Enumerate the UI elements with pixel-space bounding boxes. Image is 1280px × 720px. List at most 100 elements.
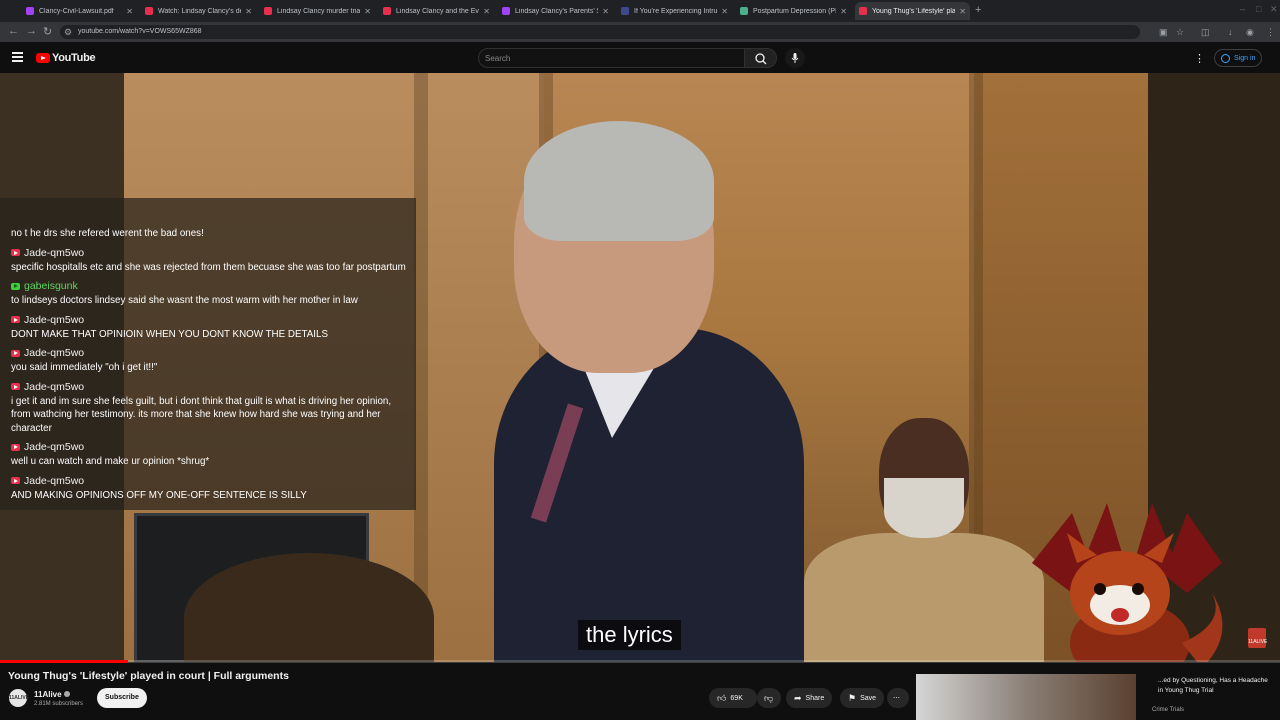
tab-close-icon[interactable]: ✕: [721, 7, 728, 16]
voice-search-button[interactable]: [785, 48, 805, 68]
tab-close-icon[interactable]: ✕: [959, 7, 966, 16]
browser-tab[interactable]: If You're Experiencing Intrusive✕: [617, 2, 732, 20]
caption-text: the lyrics: [578, 620, 681, 650]
browser-tab[interactable]: Postpartum Depression (PPD): U ✕: [736, 2, 851, 20]
chat-author-name: Jade-qm5wo: [24, 246, 85, 259]
profile-icon[interactable]: ◉: [1246, 27, 1254, 38]
channel-avatar[interactable]: 11ALIVE: [9, 689, 29, 707]
tab-title: Lindsay Clancy's Parents' $1 Mi: [515, 7, 598, 15]
chat-author: Jade-qm5wo: [11, 347, 406, 359]
youtube-badge-icon: [11, 443, 20, 451]
sign-in-button[interactable]: Sign in: [1214, 49, 1263, 67]
tab-favicon-icon: [383, 7, 391, 15]
thumbs-up-icon: 👍︎: [717, 692, 727, 703]
back-icon[interactable]: ←: [8, 25, 19, 37]
chat-author: gabeisgunk: [11, 280, 406, 292]
url-text[interactable]: youtube.com/watch?v=VOWS65WZ868: [78, 28, 202, 35]
video-player[interactable]: no t he drs she refered werent the bad o…: [0, 73, 1280, 662]
tab-favicon-icon: [740, 7, 748, 15]
browser-tab[interactable]: Watch: Lindsay Clancy's defens ✕: [141, 2, 256, 20]
related-video-title[interactable]: ...ed by Questioning, Has a Headache in …: [1158, 676, 1270, 696]
tab-title: If You're Experiencing Intrusive: [634, 7, 718, 15]
sign-in-label: Sign in: [1234, 54, 1256, 62]
new-tab-button[interactable]: +: [975, 4, 981, 16]
tab-title: Young Thug's 'Lifestyle' pla: [872, 7, 956, 15]
tab-close-icon[interactable]: ✕: [126, 7, 133, 16]
search-button[interactable]: [745, 48, 777, 68]
search-input[interactable]: [485, 52, 735, 64]
bookmark-star-icon[interactable]: ☆: [1176, 27, 1184, 38]
verified-icon: [63, 691, 70, 697]
close-window-icon[interactable]: ✕: [1270, 4, 1278, 15]
minimize-icon[interactable]: –: [1240, 4, 1245, 14]
extensions-icon[interactable]: ◫: [1201, 27, 1210, 38]
share-button[interactable]: ➦ Share: [786, 688, 833, 708]
chat-message-text: DONT MAKE THAT OPINIOIN WHEN YOU DONT KN…: [11, 328, 328, 340]
browser-tab[interactable]: Young Thug's 'Lifestyle' pla ✕: [855, 2, 970, 20]
reload-icon[interactable]: ↻: [43, 25, 52, 38]
live-chat-overlay: no t he drs she refered werent the bad o…: [0, 198, 416, 510]
address-bar[interactable]: [60, 25, 1140, 39]
browser-tab[interactable]: Lindsay Clancy's Parents' $1 Mi ✕: [498, 2, 613, 20]
downloads-icon[interactable]: ↓: [1228, 27, 1233, 37]
chat-message-text: specific hospitalls etc and she was reje…: [11, 261, 406, 273]
browser-tab[interactable]: Lindsay Clancy murder trial: Pr✕: [260, 2, 375, 20]
seated-man-body: [804, 533, 1044, 662]
more-horizontal-icon: ⋯: [893, 695, 900, 702]
share-label: Share: [805, 694, 825, 702]
chat-author-name: Jade-qm5wo: [24, 441, 85, 453]
tab-title: Watch: Lindsay Clancy's defens: [158, 7, 241, 15]
youtube-play-icon: [36, 53, 50, 63]
save-button[interactable]: ⚑ Save: [840, 688, 885, 708]
like-button[interactable]: 👍︎ 69K: [709, 688, 757, 708]
menu-icon[interactable]: [12, 52, 23, 62]
microphone-icon: [791, 53, 799, 63]
tab-favicon-icon: [621, 7, 629, 15]
wall-beam: [414, 73, 428, 662]
chat-message-text: you said immediately "oh i get it!!": [11, 362, 158, 373]
dislike-button[interactable]: 👎︎: [757, 688, 781, 708]
site-info-icon[interactable]: ⚙: [64, 27, 72, 38]
search-icon: [755, 53, 767, 65]
red-panda-dragon-mascot: [1032, 503, 1223, 662]
browser-tab[interactable]: Clancy-Civil-Lawsuit.pdf ✕: [22, 2, 137, 20]
chat-author: Jade-qm5wo: [11, 441, 406, 453]
channel-name[interactable]: 11Alive: [34, 690, 62, 699]
channel-name-row[interactable]: 11Alive: [34, 690, 70, 699]
youtube-logo[interactable]: YouTube: [36, 52, 96, 64]
thumbs-down-icon: 👎︎: [764, 692, 774, 703]
tab-favicon-icon: [502, 7, 510, 15]
video-details: Young Thug's 'Lifestyle' played in court…: [0, 663, 1280, 720]
subscriber-count: 2.81M subscribers: [34, 701, 84, 707]
forward-icon[interactable]: →: [26, 25, 37, 37]
browser-tab[interactable]: Lindsay Clancy and the Eviden ✕: [379, 2, 494, 20]
search-box[interactable]: [478, 48, 745, 68]
more-actions-button[interactable]: ⋯: [887, 688, 909, 708]
chat-author: Jade-qm5wo: [11, 381, 406, 393]
chat-author-name: Jade-qm5wo: [24, 474, 85, 487]
chat-author-name: Jade-qm5wo: [24, 347, 85, 359]
tab-close-icon[interactable]: ✕: [602, 7, 609, 16]
chat-message-text: to lindseys doctors lindsey said she was…: [11, 295, 358, 306]
more-options-icon[interactable]: ⋮: [1194, 52, 1205, 65]
save-label: Save: [860, 694, 877, 702]
chat-message-text: well u can watch and make ur opinion *sh…: [11, 456, 210, 467]
youtube-header: YouTube ⋮ Sign in: [0, 42, 1280, 73]
tab-close-icon[interactable]: ✕: [840, 7, 847, 16]
youtube-logo-text: YouTube: [52, 52, 96, 64]
youtube-badge-icon: [11, 477, 20, 484]
tab-favicon-icon: [26, 7, 34, 15]
browser-menu-icon[interactable]: ⋮: [1266, 27, 1275, 38]
subscribe-button[interactable]: Subscribe: [97, 688, 147, 708]
related-video-thumbnail[interactable]: [916, 674, 1136, 720]
share-icon: ➦: [794, 692, 802, 703]
video-title: Young Thug's 'Lifestyle' played in court…: [8, 670, 289, 682]
maximize-icon[interactable]: □: [1256, 4, 1261, 14]
tab-close-icon[interactable]: ✕: [483, 7, 490, 16]
cast-icon[interactable]: ▣: [1159, 27, 1168, 38]
tab-close-icon[interactable]: ✕: [245, 7, 252, 16]
tab-favicon-icon: [145, 7, 153, 15]
chat-author: Jade-qm5wo: [11, 475, 406, 487]
tab-close-icon[interactable]: ✕: [364, 7, 371, 16]
youtube-badge-icon: [11, 316, 20, 323]
